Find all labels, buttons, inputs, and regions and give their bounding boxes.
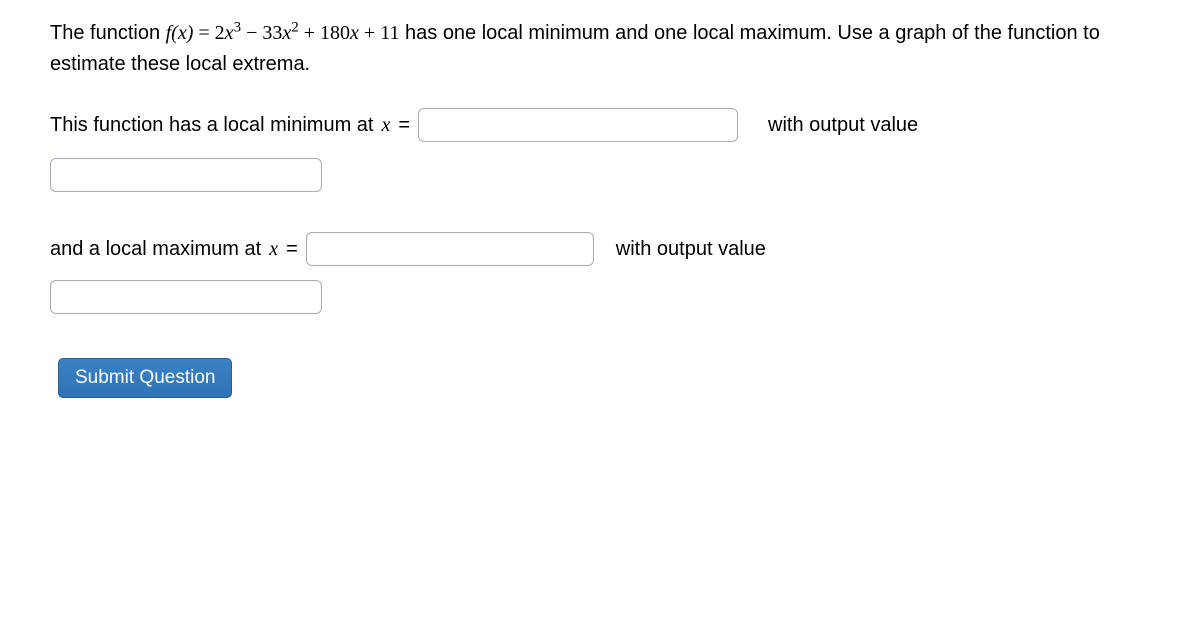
local-min-label-eq: = [398,114,410,137]
function-expression: f(x) = 2x3 − 33x2 + 180x + 11 [166,22,400,44]
local-min-value-input[interactable] [50,158,322,192]
local-max-label-eq: = [286,238,298,261]
question-intro-1: The function [50,22,166,44]
local-max-label-pre: and a local maximum at [50,238,261,261]
var-x: x [269,238,278,261]
local-min-label-pre: This function has a local minimum at [50,114,373,137]
with-output-label-1: with output value [768,114,918,137]
local-min-row: This function has a local minimum at x =… [50,108,1150,142]
submit-button[interactable]: Submit Question [58,358,232,398]
local-min-value-row [50,158,1150,192]
var-x: x [381,114,390,137]
with-output-label-2: with output value [616,238,766,261]
local-max-x-input[interactable] [306,232,594,266]
local-max-value-input[interactable] [50,280,322,314]
local-min-x-input[interactable] [418,108,738,142]
local-max-value-row [50,280,1150,314]
local-max-row: and a local maximum at x = with output v… [50,232,1150,266]
question-text: The function f(x) = 2x3 − 33x2 + 180x + … [50,18,1150,80]
